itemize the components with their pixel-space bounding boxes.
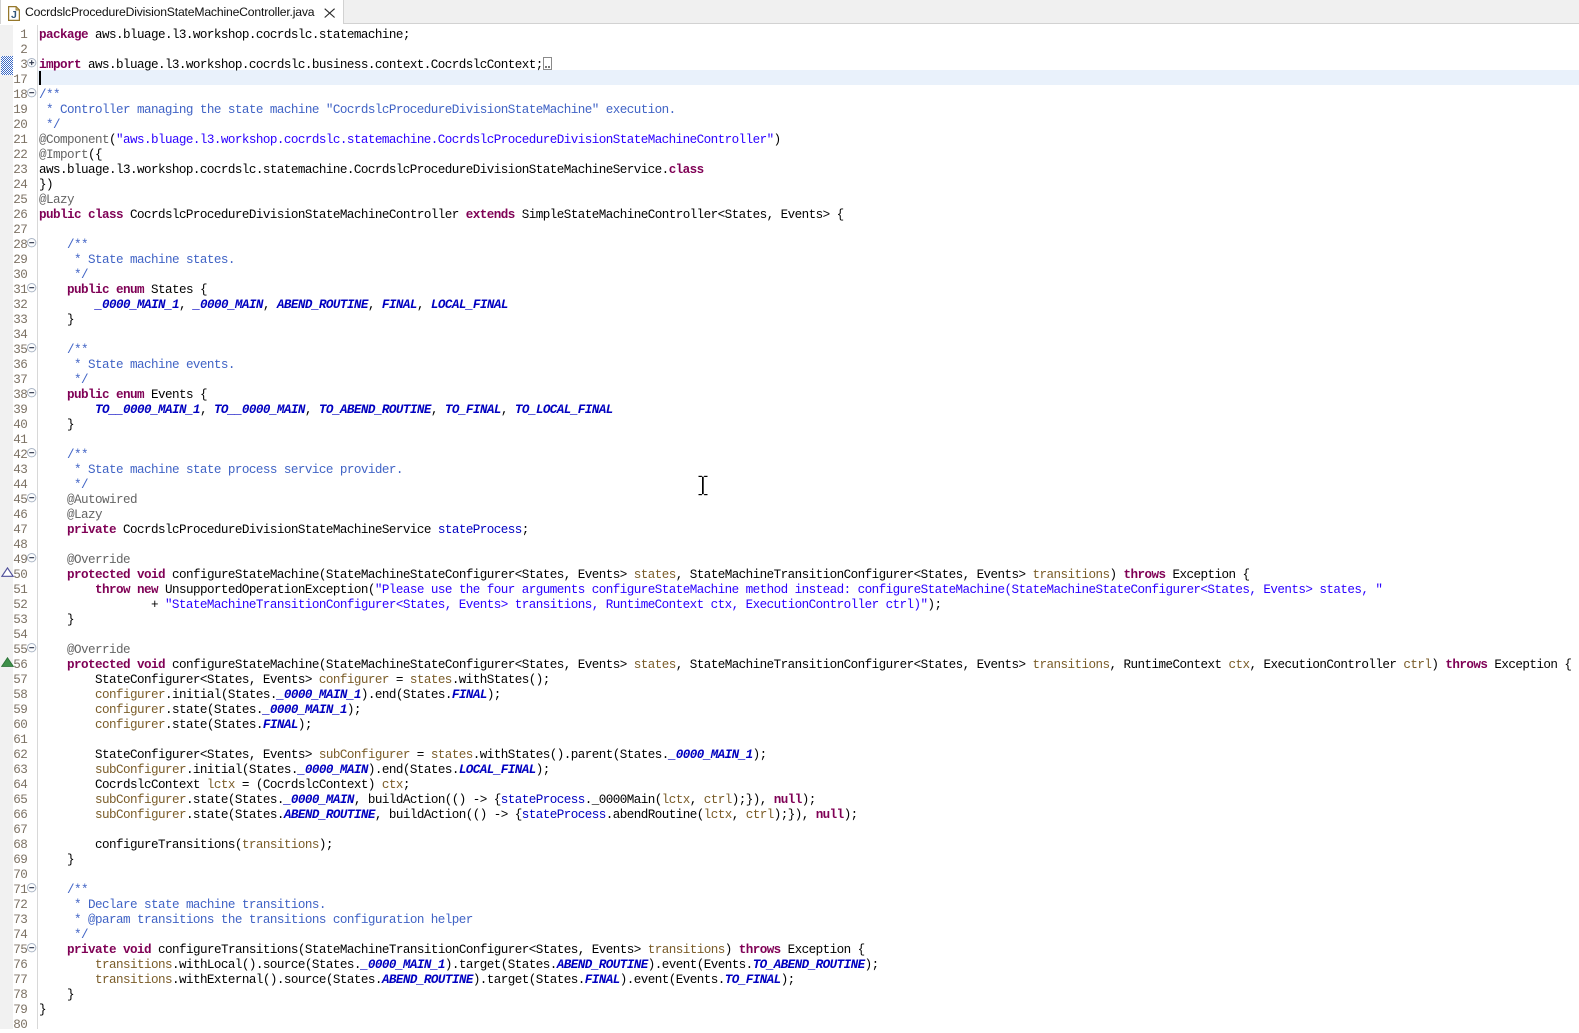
- svg-text:J: J: [11, 8, 17, 20]
